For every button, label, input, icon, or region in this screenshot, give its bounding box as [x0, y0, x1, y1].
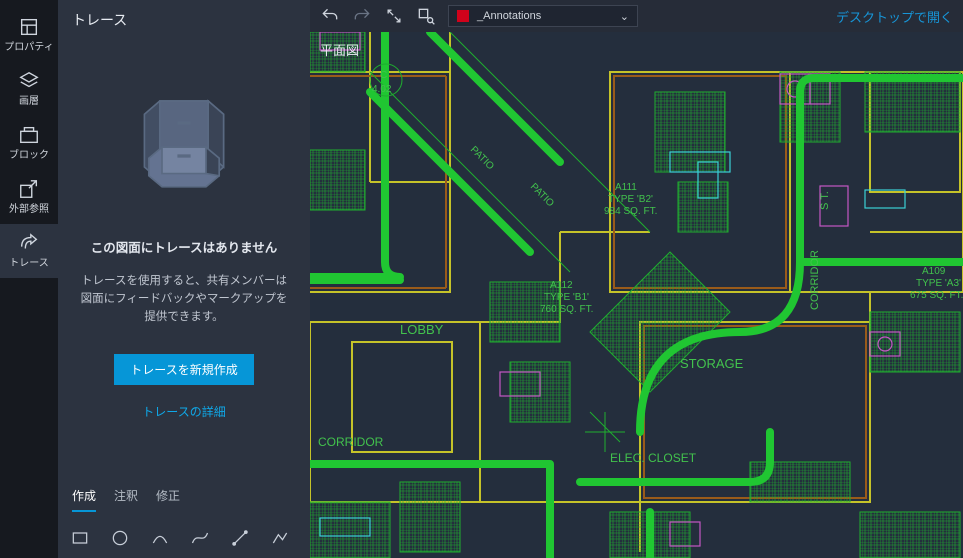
- blocks-icon: [18, 124, 40, 146]
- trace-icon: [18, 232, 40, 254]
- arc-tool-icon[interactable]: [150, 528, 170, 548]
- nav-properties[interactable]: プロパティ: [0, 8, 58, 62]
- nav-properties-label: プロパティ: [4, 42, 53, 54]
- tab-create[interactable]: 作成: [72, 487, 96, 512]
- tab-annotate[interactable]: 注釈: [114, 487, 138, 512]
- svg-text:TYPE 'B2': TYPE 'B2': [608, 194, 653, 205]
- svg-text:PATIO: PATIO: [528, 181, 556, 209]
- nav-layers-label: 画層: [19, 96, 39, 108]
- svg-text:TYPE 'A3': TYPE 'A3': [916, 278, 961, 289]
- svg-text:ELEC. CLOSET: ELEC. CLOSET: [610, 451, 697, 465]
- empty-cabinet-icon: [129, 90, 239, 203]
- trace-details-link[interactable]: トレースの詳細: [142, 403, 225, 420]
- properties-icon: [18, 16, 40, 38]
- select-icon[interactable]: [416, 6, 436, 26]
- svg-text:LOBBY: LOBBY: [400, 322, 444, 337]
- main-area: _Annotations ⌄ デスクトップで開く 平面図: [310, 0, 963, 558]
- nav-trace-label: トレース: [9, 258, 49, 270]
- svg-text:CORRIDOR: CORRIDOR: [318, 435, 384, 449]
- left-nav-rail: プロパティ 画層 ブロック 外部参照 トレース: [0, 0, 58, 558]
- trace-panel: トレース この図面にトレースはありません トレース: [58, 0, 310, 558]
- line-tool-icon[interactable]: [230, 528, 250, 548]
- layer-name: _Annotations: [477, 10, 541, 22]
- zoom-extents-icon[interactable]: [384, 6, 404, 26]
- nav-blocks-label: ブロック: [9, 150, 49, 162]
- undo-icon[interactable]: [320, 6, 340, 26]
- nav-blocks[interactable]: ブロック: [0, 116, 58, 170]
- layers-icon: [18, 70, 40, 92]
- nav-trace[interactable]: トレース: [0, 224, 58, 278]
- svg-text:984 SQ. FT.: 984 SQ. FT.: [604, 206, 657, 217]
- create-trace-button[interactable]: トレースを新規作成: [114, 354, 253, 385]
- viewport-name: 平面図: [320, 40, 359, 59]
- svg-text:4.02: 4.02: [372, 84, 392, 95]
- svg-text:PATIO: PATIO: [468, 144, 496, 172]
- topbar: _Annotations ⌄ デスクトップで開く: [310, 0, 963, 32]
- svg-text:A111: A111: [615, 182, 637, 193]
- floorplan-drawing: C 4.02 PATIO PATIO A111 TYPE 'B2' 984 SQ…: [310, 32, 963, 558]
- svg-text:A109: A109: [922, 266, 946, 277]
- chevron-down-icon: ⌄: [620, 10, 629, 23]
- panel-title: トレース: [58, 0, 310, 40]
- svg-text:A112: A112: [550, 280, 573, 291]
- empty-heading: この図面にトレースはありません: [91, 237, 278, 256]
- empty-desc: トレースを使用すると、共有メンバーは図面にフィードバックやマークアップを提供でき…: [80, 272, 288, 326]
- nav-xref[interactable]: 外部参照: [0, 170, 58, 224]
- nav-layers[interactable]: 画層: [0, 62, 58, 116]
- spline-tool-icon[interactable]: [190, 528, 210, 548]
- tab-modify[interactable]: 修正: [156, 487, 180, 512]
- svg-text:C: C: [380, 70, 387, 81]
- layer-dropdown[interactable]: _Annotations ⌄: [448, 5, 638, 27]
- redo-icon[interactable]: [352, 6, 372, 26]
- nav-xref-label: 外部参照: [9, 204, 49, 216]
- bottom-tabs: 作成 注釈 修正: [58, 477, 310, 522]
- polyline-tool-icon[interactable]: [270, 528, 290, 548]
- circle-tool-icon[interactable]: [110, 528, 130, 548]
- svg-text:TYPE 'B1': TYPE 'B1': [544, 292, 589, 303]
- svg-text:S T.: S T.: [819, 191, 831, 210]
- draw-tool-row: [58, 522, 310, 558]
- layer-color-swatch: [457, 10, 469, 22]
- svg-text:STORAGE: STORAGE: [680, 356, 744, 371]
- drawing-canvas[interactable]: 平面図: [310, 32, 963, 558]
- rectangle-tool-icon[interactable]: [70, 528, 90, 548]
- open-in-desktop-link[interactable]: デスクトップで開く: [836, 7, 953, 26]
- xref-icon: [18, 178, 40, 200]
- svg-text:675 SQ. FT.: 675 SQ. FT.: [910, 290, 963, 301]
- svg-text:760 SQ. FT.: 760 SQ. FT.: [540, 304, 593, 315]
- svg-text:CORRIDOR: CORRIDOR: [809, 250, 821, 310]
